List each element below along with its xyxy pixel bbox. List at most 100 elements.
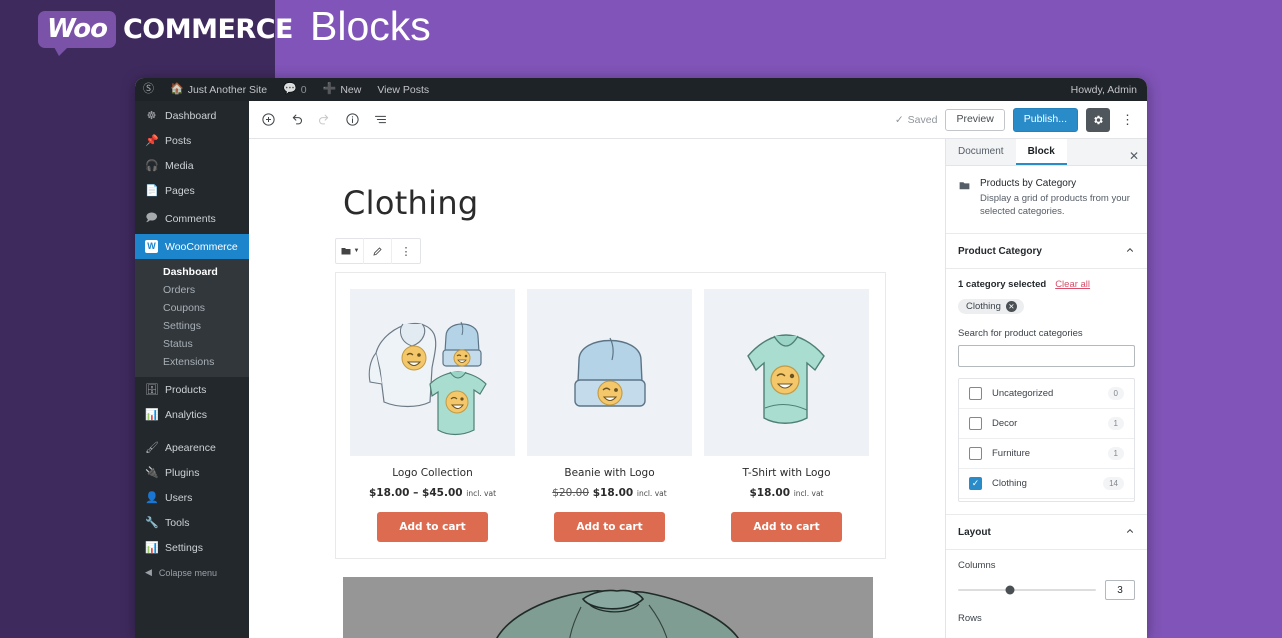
tab-block[interactable]: Block — [1016, 139, 1067, 165]
product-category-panel-header[interactable]: Product Category — [946, 234, 1147, 269]
product-name: Beanie with Logo — [527, 467, 692, 479]
woo-badge: Woo — [38, 11, 116, 48]
remove-icon[interactable]: ✕ — [1006, 301, 1017, 312]
checkbox[interactable] — [969, 447, 982, 460]
category-label: Furniture — [992, 448, 1098, 459]
block-toolbar: ▼ ⋮ — [335, 238, 421, 264]
kebab-menu-icon[interactable]: ⋮ — [392, 238, 420, 264]
redo-icon[interactable] — [317, 112, 332, 127]
info-circle-icon[interactable] — [345, 112, 360, 127]
site-name-menu[interactable]: 🏠 Just Another Site — [162, 78, 275, 101]
submenu-item-extensions[interactable]: Extensions — [135, 353, 249, 371]
view-posts-link[interactable]: View Posts — [369, 78, 437, 101]
clear-all-link[interactable]: Clear all — [1055, 279, 1090, 290]
price-old: $20.00 — [552, 487, 589, 499]
comment-bubble-icon: 💬 — [283, 84, 297, 95]
submenu-item-settings[interactable]: Settings — [135, 317, 249, 335]
gear-icon[interactable] — [1086, 108, 1110, 132]
sidebar-label: Posts — [165, 135, 191, 147]
submenu-item-status[interactable]: Status — [135, 335, 249, 353]
sweatshirt-illustration — [343, 577, 873, 638]
editor-canvas: Clothing ▼ ⋮ — [249, 139, 945, 638]
wp-logo-menu[interactable]: Ⓢ — [135, 78, 162, 101]
search-input[interactable] — [958, 345, 1135, 367]
page-title[interactable]: Clothing — [343, 184, 945, 222]
selected-category-chip[interactable]: Clothing ✕ — [958, 299, 1024, 314]
woo-logo-word: COMMERCE — [123, 14, 293, 45]
submenu-item-dashboard[interactable]: Dashboard — [135, 263, 249, 281]
product-image — [704, 289, 869, 456]
layout-panel-header[interactable]: Layout — [946, 514, 1147, 550]
category-row[interactable]: ✓ Clothing 14 — [959, 469, 1134, 499]
plus-circle-icon[interactable] — [261, 112, 276, 127]
add-to-cart-button[interactable]: Add to cart — [377, 512, 487, 542]
sidebar-item-analytics[interactable]: 📊 Analytics — [135, 402, 249, 427]
category-checkbox-list[interactable]: Uncategorized 0 Decor 1 Furniture — [958, 378, 1135, 502]
list-view-icon[interactable] — [373, 112, 388, 127]
product-price: $18.00 – $45.00 incl. vat — [350, 487, 515, 499]
submenu-item-coupons[interactable]: Coupons — [135, 299, 249, 317]
sidebar-item-plugins[interactable]: 🔌 Plugins — [135, 460, 249, 485]
sidebar-item-posts[interactable]: 📌 Posts — [135, 128, 249, 153]
add-to-cart-button[interactable]: Add to cart — [731, 512, 841, 542]
checkbox[interactable] — [969, 387, 982, 400]
sidebar-item-pages[interactable]: 📄 Pages — [135, 178, 249, 203]
sidebar-item-appearance[interactable]: 🖌 Apearence — [135, 435, 249, 460]
promo-title: Blocks — [310, 3, 431, 50]
block-info: Products by Category Display a grid of p… — [946, 166, 1147, 234]
layout-panel-body: Columns Rows — [946, 550, 1147, 638]
preview-button[interactable]: Preview — [945, 109, 1004, 131]
close-icon[interactable]: ✕ — [1129, 139, 1139, 172]
woocommerce-logo: Woo COMMERCE — [38, 6, 293, 52]
new-content-menu[interactable]: ➕ New — [315, 78, 370, 101]
sidebar-item-comments[interactable]: 🗩 Comments — [135, 203, 249, 234]
product-category-panel-body: 1 category selected Clear all Clothing ✕… — [946, 269, 1147, 514]
sidebar-item-users[interactable]: 👤 Users — [135, 485, 249, 510]
product-price: $20.00 $18.00 incl. vat — [527, 487, 692, 499]
comments-menu[interactable]: 💬 0 — [275, 78, 315, 101]
folder-icon[interactable]: ▼ — [336, 238, 364, 264]
price-vat: incl. vat — [466, 489, 496, 498]
sidebar-item-woocommerce[interactable]: W WooCommerce — [135, 234, 249, 259]
columns-slider[interactable] — [958, 589, 1096, 591]
chart-icon: 📊 — [145, 408, 158, 421]
collapse-menu-button[interactable]: ◀ Colapse menu — [135, 560, 249, 585]
products-by-category-block[interactable]: Logo Collection $18.00 – $45.00 incl. va… — [335, 272, 886, 559]
product-card[interactable]: T-Shirt with Logo $18.00 incl. vat Add t… — [704, 289, 869, 542]
submenu-item-orders[interactable]: Orders — [135, 281, 249, 299]
checkbox-checked[interactable]: ✓ — [969, 477, 982, 490]
new-label: New — [340, 84, 361, 96]
sidebar-item-settings[interactable]: 📊 Settings — [135, 535, 249, 560]
block-description: Display a grid of products from your sel… — [980, 193, 1135, 219]
columns-value-input[interactable] — [1105, 580, 1135, 600]
tshirt-illustration — [712, 298, 862, 448]
category-row[interactable]: Uncategorized 0 — [959, 379, 1134, 409]
undo-icon[interactable] — [289, 112, 304, 127]
sidebar-item-products[interactable]: 🗄 Products — [135, 377, 249, 402]
checkbox[interactable] — [969, 417, 982, 430]
cover-image-block[interactable] — [343, 577, 873, 638]
howdy-menu[interactable]: Howdy, Admin — [1071, 78, 1137, 101]
kebab-menu-icon[interactable]: ⋮ — [1118, 115, 1137, 125]
sidebar-item-media[interactable]: 🎧 Media — [135, 153, 249, 178]
category-row[interactable]: Accessories 5 — [959, 499, 1134, 502]
sidebar-item-dashboard[interactable]: ☸ Dashboard — [135, 103, 249, 128]
sidebar-label: Analytics — [165, 409, 207, 421]
tab-document[interactable]: Document — [946, 139, 1016, 165]
sidebar-label: Plugins — [165, 467, 199, 479]
product-card[interactable]: Beanie with Logo $20.00 $18.00 incl. vat… — [527, 289, 692, 542]
pin-icon: 📌 — [145, 134, 158, 147]
category-row[interactable]: Furniture 1 — [959, 439, 1134, 469]
category-row[interactable]: Decor 1 — [959, 409, 1134, 439]
rows-label: Rows — [958, 613, 1135, 624]
product-card[interactable]: Logo Collection $18.00 – $45.00 incl. va… — [350, 289, 515, 542]
add-to-cart-button[interactable]: Add to cart — [554, 512, 664, 542]
pencil-icon[interactable] — [364, 238, 392, 264]
publish-button[interactable]: Publish... — [1013, 108, 1078, 132]
site-name-label: Just Another Site — [188, 84, 267, 96]
sidebar-label: Users — [165, 492, 192, 504]
media-icon: 🎧 — [145, 159, 158, 172]
product-grid: Logo Collection $18.00 – $45.00 incl. va… — [350, 289, 871, 542]
slider-thumb[interactable] — [1006, 586, 1015, 595]
sidebar-item-tools[interactable]: 🔧 Tools — [135, 510, 249, 535]
